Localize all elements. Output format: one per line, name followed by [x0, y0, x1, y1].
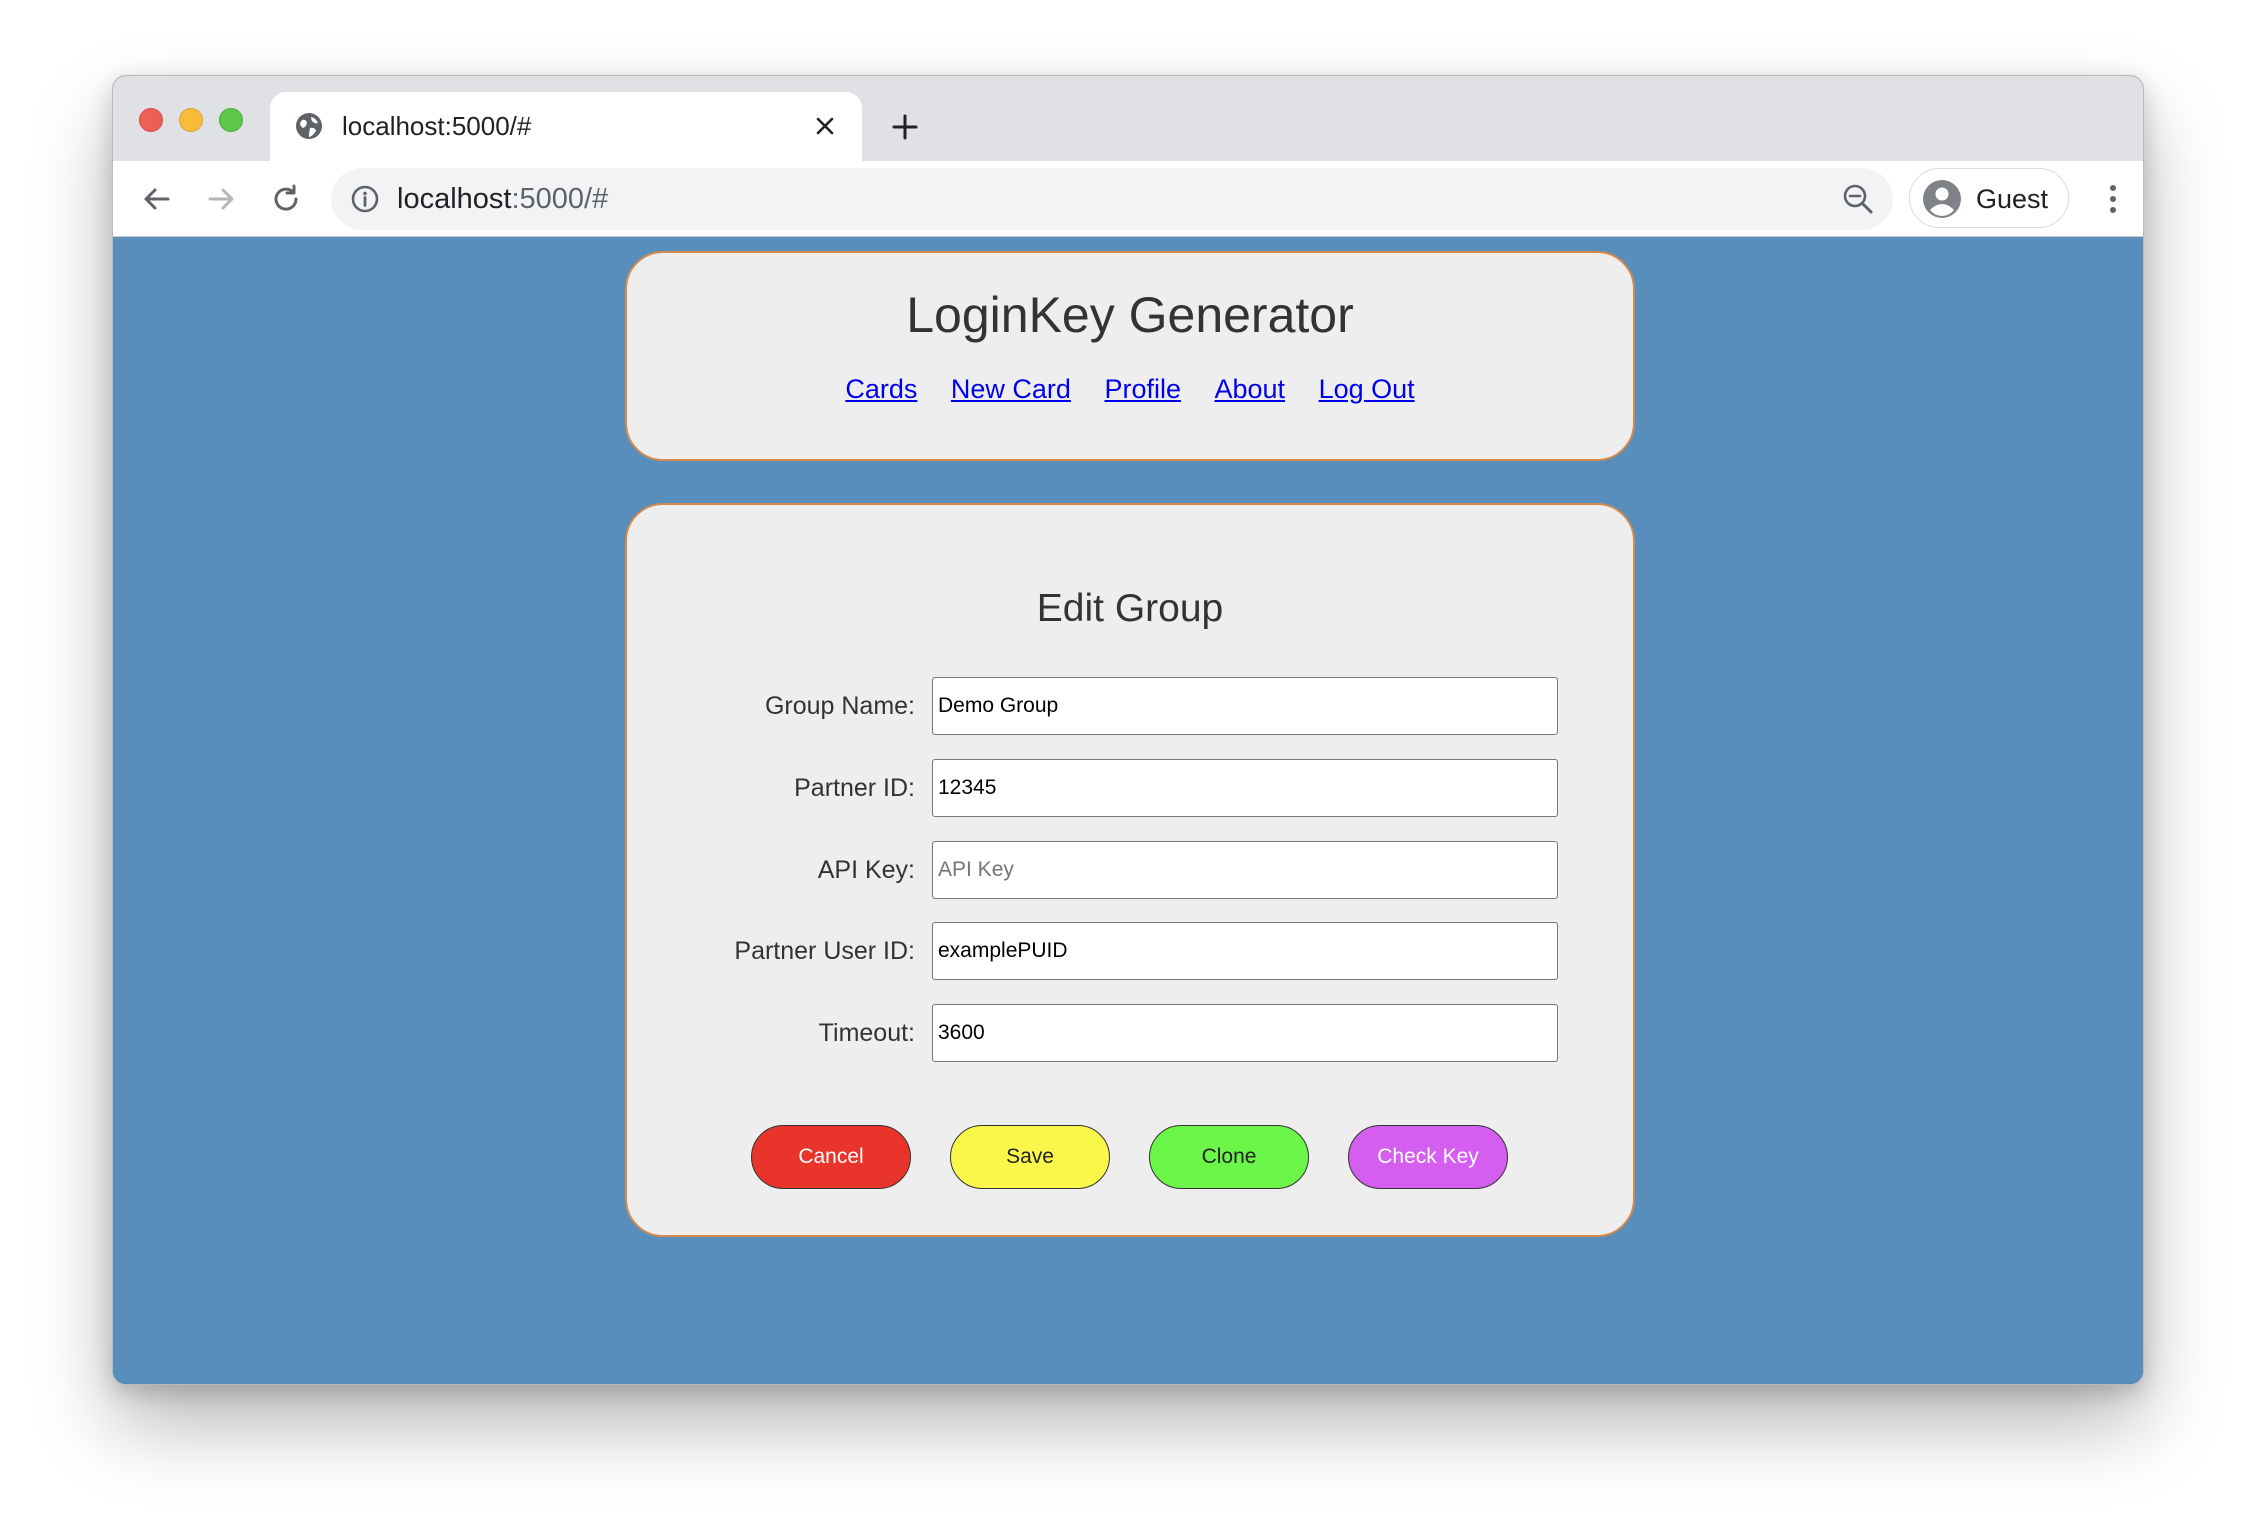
url-host: localhost: [397, 183, 512, 215]
partner-id-input[interactable]: [932, 759, 1558, 817]
main-nav: Cards New Card Profile About Log Out: [627, 371, 1633, 407]
partner-user-id-row: Partner User ID:: [627, 922, 1633, 980]
edit-group-card: Edit Group Group Name: Partner ID: API K…: [625, 503, 1635, 1237]
form-title: Edit Group: [1036, 587, 1224, 630]
browser-window: localhost:5000/# localhost:5000/# Guest …: [112, 75, 2144, 1385]
partner-id-label: Partner ID:: [794, 774, 915, 802]
window-close-button[interactable]: [139, 108, 163, 132]
cancel-button[interactable]: Cancel: [751, 1125, 911, 1189]
person-icon: [1922, 179, 1962, 219]
url-text: localhost:5000/#: [397, 180, 608, 218]
tab-title: localhost:5000/#: [342, 111, 532, 141]
url-path: :5000/#: [511, 183, 609, 215]
profile-name: Guest: [1976, 184, 2049, 214]
nav-link-new-card[interactable]: New Card: [951, 374, 1071, 404]
window-minimize-button[interactable]: [179, 108, 203, 132]
nav-link-cards[interactable]: Cards: [845, 374, 917, 404]
info-icon[interactable]: [349, 183, 381, 215]
globe-icon: [294, 111, 324, 141]
api-key-label: API Key:: [817, 856, 915, 884]
reload-icon[interactable]: [266, 179, 306, 219]
arrow-left-icon[interactable]: [137, 179, 177, 219]
kebab-menu-icon[interactable]: [2093, 179, 2133, 219]
nav-link-log-out[interactable]: Log Out: [1319, 374, 1415, 404]
timeout-row: Timeout:: [627, 1004, 1633, 1062]
timeout-label: Timeout:: [818, 1019, 915, 1047]
save-button[interactable]: Save: [950, 1125, 1110, 1189]
partner-id-row: Partner ID:: [627, 759, 1633, 817]
zoom-out-icon[interactable]: [1841, 182, 1875, 216]
partner-user-id-label: Partner User ID:: [734, 937, 915, 965]
page-title: LoginKey Generator: [906, 287, 1354, 343]
nav-link-profile[interactable]: Profile: [1104, 374, 1181, 404]
profile-button[interactable]: Guest: [1909, 168, 2069, 228]
clone-button[interactable]: Clone: [1149, 1125, 1309, 1189]
tab-strip: localhost:5000/#: [113, 76, 2143, 161]
page-viewport: LoginKey Generator Cards New Card Profil…: [113, 237, 2143, 1384]
api-key-row: API Key:: [627, 841, 1633, 899]
browser-toolbar: localhost:5000/# Guest: [113, 161, 2143, 237]
window-maximize-button[interactable]: [219, 108, 243, 132]
partner-user-id-input[interactable]: [932, 922, 1558, 980]
group-name-row: Group Name:: [627, 677, 1633, 735]
api-key-input[interactable]: [932, 841, 1558, 899]
group-name-label: Group Name:: [764, 692, 915, 720]
arrow-right-icon[interactable]: [201, 179, 241, 219]
address-bar[interactable]: localhost:5000/#: [331, 168, 1893, 230]
close-icon[interactable]: [810, 111, 840, 141]
browser-tab[interactable]: localhost:5000/#: [270, 92, 862, 161]
nav-link-about[interactable]: About: [1215, 374, 1286, 404]
check-key-button[interactable]: Check Key: [1348, 1125, 1508, 1189]
timeout-input[interactable]: [932, 1004, 1558, 1062]
group-name-input[interactable]: [932, 677, 1558, 735]
form-actions: Cancel Save Clone Check Key: [627, 1125, 1633, 1189]
plus-icon[interactable]: [887, 109, 923, 145]
header-card: LoginKey Generator Cards New Card Profil…: [625, 251, 1635, 461]
